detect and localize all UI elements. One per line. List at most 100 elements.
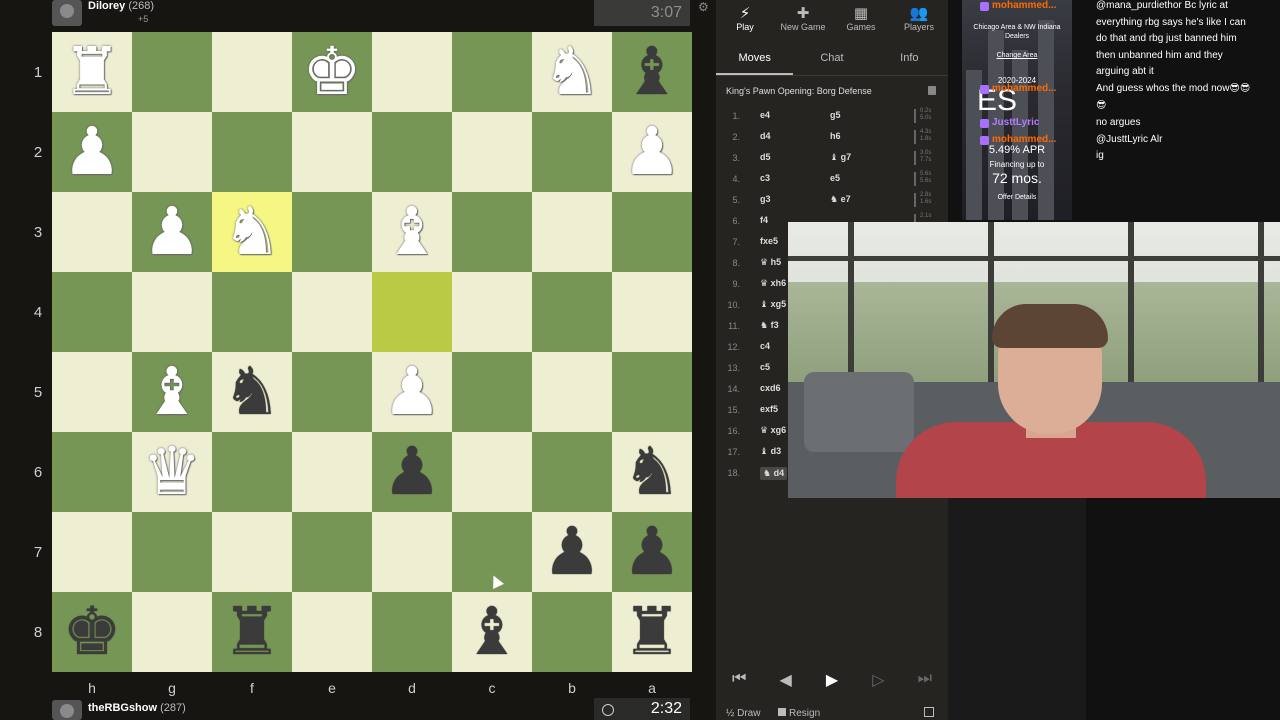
board-square[interactable]	[212, 512, 292, 592]
board-square[interactable]	[52, 432, 132, 512]
board-square[interactable]	[372, 32, 452, 112]
board-square[interactable]	[212, 112, 292, 192]
board-square[interactable]: ♞	[612, 432, 692, 512]
nav-games[interactable]: ▦ Games	[832, 0, 890, 42]
tab-info[interactable]: Info	[871, 44, 948, 75]
trash-icon[interactable]	[928, 86, 936, 95]
board-square[interactable]	[612, 192, 692, 272]
first-move-button[interactable]: ⏮	[716, 664, 762, 700]
white-move[interactable]: c5	[760, 362, 770, 372]
resign-button[interactable]: Resign	[778, 708, 820, 719]
black-knight-icon[interactable]: ♞	[212, 352, 292, 432]
white-move[interactable]: exf5	[760, 404, 778, 414]
black-knight-icon[interactable]: ♞	[612, 432, 692, 512]
board-square[interactable]: ♟	[132, 192, 212, 272]
board-square[interactable]	[132, 272, 212, 352]
nav-players[interactable]: 👥 Players	[890, 0, 948, 42]
board-square[interactable]	[292, 112, 372, 192]
board-square[interactable]	[452, 352, 532, 432]
bottom-player-avatar[interactable]	[52, 700, 82, 720]
white-move[interactable]: ♝ d3	[760, 446, 781, 457]
black-move[interactable]: g5	[830, 110, 841, 120]
chat-username[interactable]: JusttLyric	[992, 117, 1039, 128]
board-square[interactable]: ♛	[132, 432, 212, 512]
white-pawn-icon[interactable]: ♟	[132, 192, 212, 272]
board-square[interactable]	[612, 272, 692, 352]
board-square[interactable]: ♜	[612, 592, 692, 672]
white-move[interactable]: ♝ xg5	[760, 299, 786, 310]
black-pawn-icon[interactable]: ♟	[532, 512, 612, 592]
draw-button[interactable]: ½ Draw	[726, 708, 760, 719]
play-move-button[interactable]: ▶	[809, 664, 855, 700]
board-square[interactable]	[532, 112, 612, 192]
chat-username[interactable]: mohammed...	[992, 0, 1056, 11]
board-square[interactable]: ♝	[132, 352, 212, 432]
white-pawn-icon[interactable]: ♟	[52, 112, 132, 192]
board-square[interactable]	[372, 112, 452, 192]
tab-chat[interactable]: Chat	[793, 44, 870, 75]
white-move[interactable]: c3	[760, 173, 770, 183]
black-move[interactable]: e5	[830, 173, 840, 183]
nav-play[interactable]: ⚡ Play	[716, 0, 774, 42]
black-pawn-icon[interactable]: ♟	[372, 432, 452, 512]
board-square[interactable]	[452, 432, 532, 512]
board-square[interactable]: ♟	[372, 352, 452, 432]
board-square[interactable]	[292, 432, 372, 512]
board-square[interactable]: ♟	[612, 512, 692, 592]
chess-board[interactable]: ♜ ♚ ♞ ♝ ♟ ♟ ♟ ♞ ♝ ♝ ♞ ♟ ♛ ♟ ♞ ♟ ♟ ♚ ♜ ♝ ♜	[52, 32, 692, 672]
white-move[interactable]: ♛ xh6	[760, 278, 786, 289]
board-square[interactable]	[532, 192, 612, 272]
black-bishop-icon[interactable]: ♝	[612, 32, 692, 112]
black-rook-icon[interactable]: ♜	[212, 592, 292, 672]
top-player-name[interactable]: Dilorey (268)	[88, 0, 154, 12]
black-bishop-icon[interactable]: ♝	[452, 592, 532, 672]
board-square[interactable]	[372, 272, 452, 352]
chat-username[interactable]: mohammed...	[992, 83, 1056, 94]
board-square[interactable]	[52, 192, 132, 272]
board-square[interactable]: ♚	[292, 32, 372, 112]
white-queen-icon[interactable]: ♛	[132, 432, 212, 512]
white-move[interactable]: ♞ d4	[760, 467, 788, 480]
board-square[interactable]: ♝	[452, 592, 532, 672]
board-square[interactable]: ♞	[212, 352, 292, 432]
board-square[interactable]	[452, 112, 532, 192]
bottom-player-name[interactable]: theRBGshow (287)	[88, 702, 186, 714]
board-square[interactable]	[612, 352, 692, 432]
white-move[interactable]: ♛ h5	[760, 257, 781, 268]
board-square[interactable]: ♞	[532, 32, 612, 112]
chat-username[interactable]: mohammed...	[992, 134, 1056, 145]
next-move-button[interactable]: ▷	[855, 664, 901, 700]
black-move[interactable]: ♞ e7	[830, 194, 851, 205]
ad-change-area-link[interactable]: Change Area	[962, 52, 1072, 59]
black-move[interactable]: ♝ g7	[830, 152, 851, 163]
board-square[interactable]: ♞	[212, 192, 292, 272]
board-square[interactable]	[292, 592, 372, 672]
white-move[interactable]: cxd6	[760, 383, 781, 393]
white-move[interactable]: ♞ f3	[760, 320, 779, 331]
board-square[interactable]: ♝	[612, 32, 692, 112]
white-rook-icon[interactable]: ♜	[52, 32, 132, 112]
white-move[interactable]: f4	[760, 215, 768, 225]
white-move[interactable]: ♛ xg6	[760, 425, 786, 436]
board-square[interactable]: ♟	[372, 432, 452, 512]
board-square[interactable]	[132, 512, 212, 592]
white-king-icon[interactable]: ♚	[292, 32, 372, 112]
board-square[interactable]	[532, 432, 612, 512]
white-pawn-icon[interactable]: ♟	[612, 112, 692, 192]
board-square[interactable]: ♚	[52, 592, 132, 672]
board-square[interactable]	[292, 272, 372, 352]
board-square[interactable]	[452, 192, 532, 272]
white-pawn-icon[interactable]: ♟	[372, 352, 452, 432]
white-knight-icon[interactable]: ♞	[532, 32, 612, 112]
board-square[interactable]: ♟	[52, 112, 132, 192]
ad-offer-details-link[interactable]: Offer Details	[962, 194, 1072, 201]
board-square[interactable]	[212, 432, 292, 512]
board-square[interactable]: ♜	[212, 592, 292, 672]
prev-move-button[interactable]: ◀	[762, 664, 808, 700]
nav-new-game[interactable]: ✚ New Game	[774, 0, 832, 42]
white-move[interactable]: e4	[760, 110, 770, 120]
board-square[interactable]	[212, 32, 292, 112]
board-square[interactable]	[52, 512, 132, 592]
last-move-button[interactable]: ⏭	[902, 664, 948, 700]
white-move[interactable]: d5	[760, 152, 771, 162]
